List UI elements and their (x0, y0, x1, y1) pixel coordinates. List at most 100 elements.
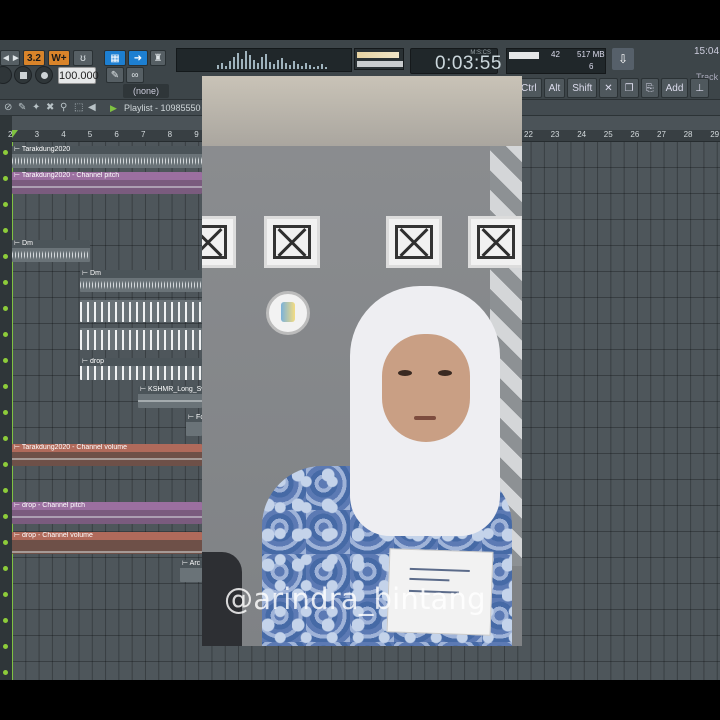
memory-value: 517 MB (577, 50, 605, 59)
ruler-tick: 29 (710, 130, 720, 139)
track-led[interactable] (3, 488, 8, 493)
ruler-tick: 5 (87, 130, 93, 139)
fl-studio-window: ◄► 3.2 W+ ʊ ▦ ➜ ♜ ✎ ∞ 100.000 (none) M:S… (0, 40, 720, 680)
tempo-field[interactable]: 100.000 (58, 67, 99, 84)
clip-label: ⊢ Arc (180, 560, 202, 568)
adjust-icon[interactable]: ⊥ (690, 78, 710, 98)
stop-icon[interactable] (14, 66, 32, 84)
zoom-icon[interactable]: ⚲ (60, 100, 67, 116)
wall-tile (264, 216, 320, 268)
add-key[interactable]: Add (660, 78, 689, 98)
speaker-icon[interactable]: ◀ (88, 100, 96, 116)
track-led[interactable] (3, 228, 8, 233)
wall-tile (468, 216, 522, 268)
scissors-icon[interactable]: ✕ (599, 78, 618, 98)
track-led[interactable] (3, 644, 8, 649)
watermark-text: @arindra_bintang (224, 582, 486, 616)
wall-tile (386, 216, 442, 268)
select-icon[interactable]: ⬚ (74, 100, 83, 116)
clip-label: ⊢ Dm (80, 270, 202, 278)
track-led[interactable] (3, 410, 8, 415)
playlist-clip[interactable]: ⊢ drop - Channel pitch (12, 502, 202, 524)
paint-icon[interactable]: ✦ (32, 100, 40, 116)
master-level[interactable] (354, 48, 404, 70)
oscilloscope (176, 48, 352, 72)
ruler-tick: 26 (630, 130, 640, 139)
playlist-clip[interactable] (80, 300, 202, 322)
play-icon[interactable] (0, 66, 12, 84)
ruler-tick: 24 (577, 130, 587, 139)
download-icon[interactable]: ⇩ (612, 48, 634, 70)
playlist-clip[interactable]: ⊢ Dm (80, 270, 202, 292)
track-led[interactable] (3, 306, 8, 311)
shift-key[interactable]: Shift (567, 78, 598, 98)
clip-label: ⊢ drop (80, 358, 202, 366)
pencil-icon[interactable]: ✎ (106, 67, 124, 83)
track-led[interactable] (3, 592, 8, 597)
clip-label: ⊢ Dm (12, 240, 90, 248)
playlist-clip[interactable]: ⊢ Tarakdung2020 (12, 146, 202, 168)
arrow-icon: ▶ (110, 103, 117, 113)
options-icon[interactable]: ⊘ (4, 100, 12, 116)
track-led[interactable] (3, 670, 8, 675)
ruler-tick: 8 (167, 130, 173, 139)
ruler-tick: 22 (524, 130, 533, 139)
playlist-clip[interactable]: ⊢ KSHMR_Long_Sw (138, 386, 202, 408)
track-led[interactable] (3, 436, 8, 441)
ruler-tick: 25 (603, 130, 613, 139)
playlist-clip[interactable]: ⊢ Dm (12, 240, 90, 262)
cpu-monitor: 42 517 MB 6 (506, 48, 606, 74)
playlist-clip[interactable] (80, 328, 202, 350)
link-icon[interactable]: ∞ (126, 67, 144, 83)
track-led[interactable] (3, 176, 8, 181)
playlist-clip[interactable]: ⊢ Fo (186, 414, 202, 436)
ruler-tick: 9 (194, 130, 199, 139)
add-pattern-button[interactable]: W+ (48, 50, 70, 66)
playlist-clip[interactable]: ⊢ Tarakdung2020 - Channel pitch (12, 172, 202, 194)
clock: 15:04 (694, 46, 720, 57)
clip-label: ⊢ Tarakdung2020 (12, 146, 202, 154)
time-value: 0:03:55 (435, 53, 502, 74)
playhead[interactable] (12, 142, 13, 680)
track-led[interactable] (3, 462, 8, 467)
voices-value: 6 (589, 62, 594, 71)
alt-key[interactable]: Alt (543, 78, 566, 98)
playlist-clip[interactable]: ⊢ Tarakdung2020 - Channel volume (12, 444, 202, 466)
playlist-clip[interactable]: ⊢ drop - Channel volume (12, 532, 202, 554)
playlist-clip[interactable]: ⊢ drop (80, 358, 202, 380)
ruler-tick: 4 (61, 130, 66, 139)
track-led[interactable] (3, 384, 8, 389)
track-led[interactable] (3, 514, 8, 519)
pattern-number[interactable]: 3.2 (23, 50, 45, 66)
clip-label: ⊢ KSHMR_Long_Sw (138, 386, 202, 394)
track-led[interactable] (3, 150, 8, 155)
loop-icon[interactable]: ʊ (73, 50, 93, 66)
track-led[interactable] (3, 254, 8, 259)
track-led[interactable] (3, 202, 8, 207)
metronome-icon[interactable]: ♜ (150, 50, 166, 66)
pattern-song-toggle[interactable]: ◄► (0, 50, 21, 66)
paste-icon[interactable]: ⎘ (640, 78, 659, 98)
track-led[interactable] (3, 332, 8, 337)
playlist-clip[interactable]: ⊢ Arc (180, 560, 202, 582)
draw-icon[interactable]: ✎ (18, 100, 26, 116)
song-start-marker[interactable] (12, 130, 18, 138)
ruler-tick: 7 (141, 130, 146, 139)
track-led[interactable] (3, 618, 8, 623)
preset-selector[interactable]: (none) (123, 84, 169, 98)
snap-icon[interactable]: ➜ (128, 50, 148, 66)
track-led[interactable] (3, 540, 8, 545)
time-display[interactable]: M:S:CS 0:03:55 (410, 48, 501, 74)
delete-icon[interactable]: ✖ (46, 100, 54, 116)
track-led[interactable] (3, 358, 8, 363)
ruler-tick: 27 (657, 130, 666, 139)
mod-keys: Ctrl Alt Shift ✕ ❐ ⎘ Add ⊥ (516, 78, 710, 98)
keyboard-icon[interactable]: ▦ (104, 50, 126, 66)
clip-label: ⊢ drop - Channel pitch (12, 502, 202, 510)
ruler-tick: 2 (8, 130, 13, 139)
copy-icon[interactable]: ❐ (619, 78, 639, 98)
track-led[interactable] (3, 280, 8, 285)
record-icon[interactable] (35, 66, 53, 84)
track-led[interactable] (3, 566, 8, 571)
clip-label: ⊢ Tarakdung2020 - Channel volume (12, 444, 202, 452)
